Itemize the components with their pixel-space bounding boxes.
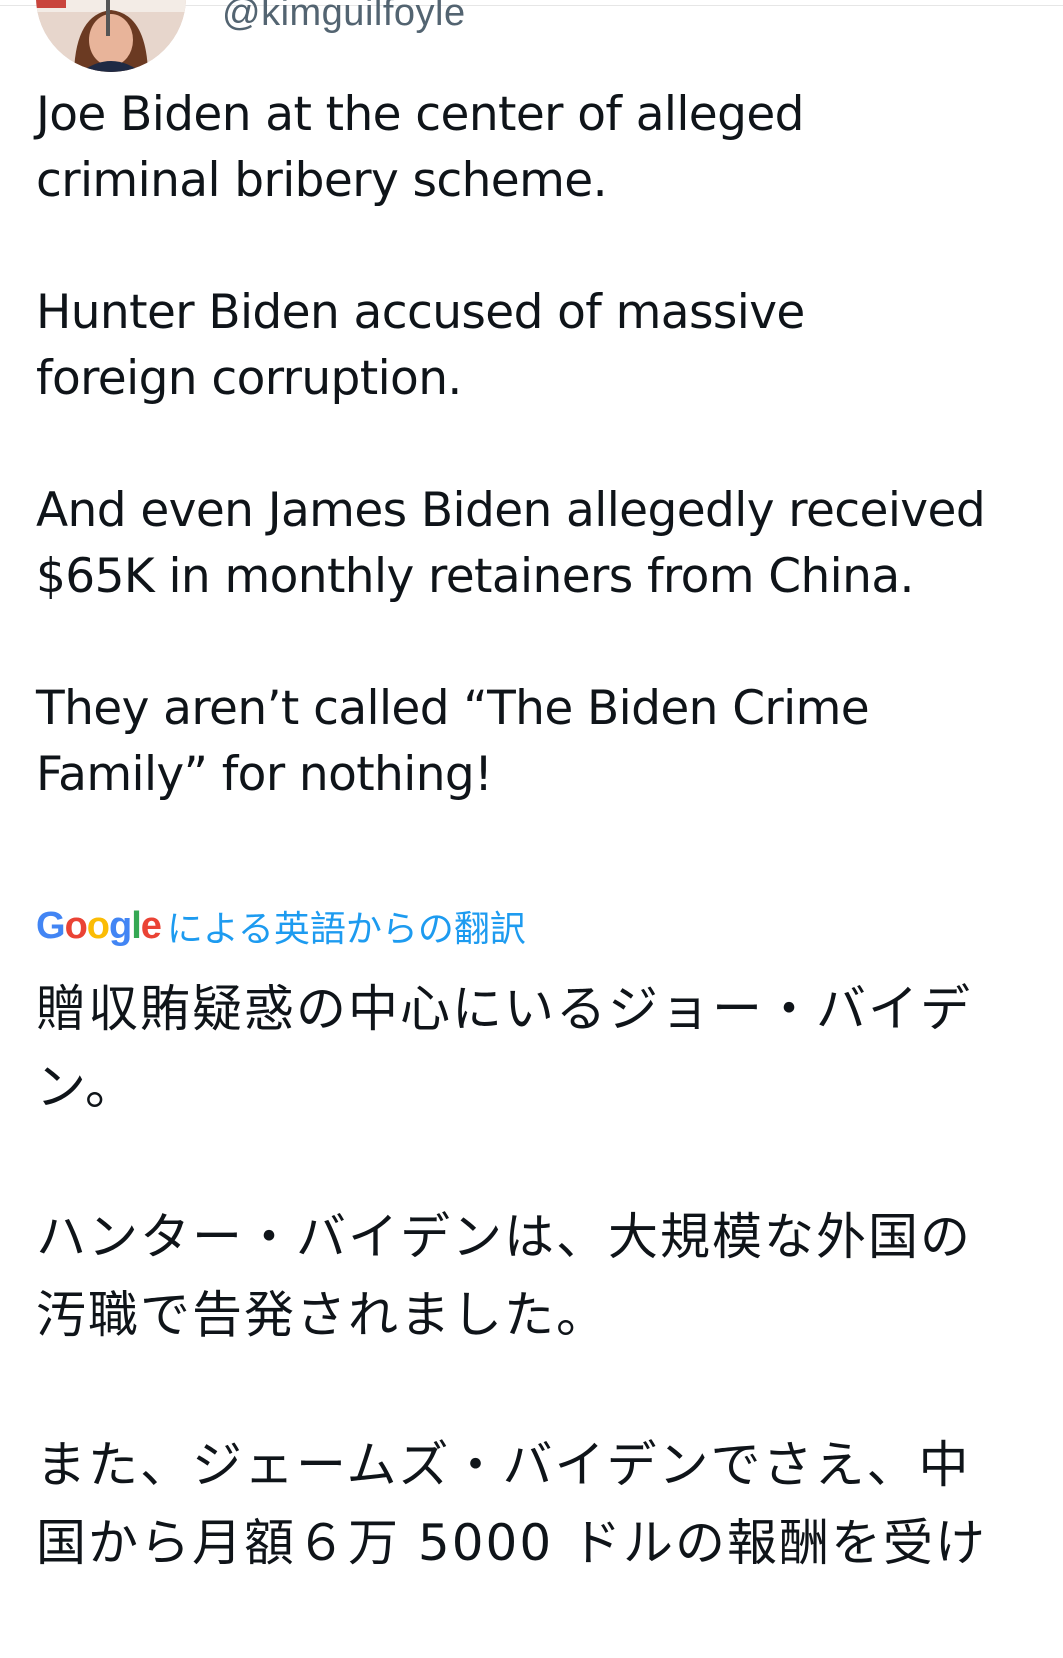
google-logo-letter: G [36,904,66,947]
tweet-author-handle[interactable]: @kimguilfoyle [222,0,466,35]
translated-paragraph: 贈収賄疑惑の中心にいるジョー・バイデン。 [36,980,972,1116]
avatar-photo [36,0,186,72]
translated-paragraph: また、ジェームズ・バイデンでさえ、中国から月額６万 5000 ドルの報酬を受け [36,1436,988,1572]
translation-attribution[interactable]: Google による英語からの翻訳 [36,900,526,952]
google-logo-letter: g [109,904,132,947]
tweet-text: Joe Biden at the center of alleged crimi… [36,82,1036,808]
google-logo-letter: o [64,904,88,947]
tweet-paragraph: Joe Biden at the center of alleged crimi… [36,87,805,208]
tweet-paragraph: Hunter Biden accused of massive foreign … [36,285,805,406]
google-logo-letter: e [140,904,162,947]
translation-label[interactable]: による英語からの翻訳 [167,900,526,952]
tweet-paragraph: And even James Biden allegedly received … [36,483,986,604]
tweet-paragraph: They aren’t called “The Biden Crime Fami… [36,681,870,802]
avatar[interactable] [36,0,186,72]
translated-paragraph: ハンター・バイデンは、大規模な外国の汚職で告発されました。 [36,1208,972,1344]
google-logo-letter: l [131,904,142,947]
google-logo-letter: o [86,904,110,947]
google-logo: Google [36,904,162,948]
translated-text: 贈収賄疑惑の中心にいるジョー・バイデン。 ハンター・バイデンは、大規模な外国の汚… [36,970,996,1582]
